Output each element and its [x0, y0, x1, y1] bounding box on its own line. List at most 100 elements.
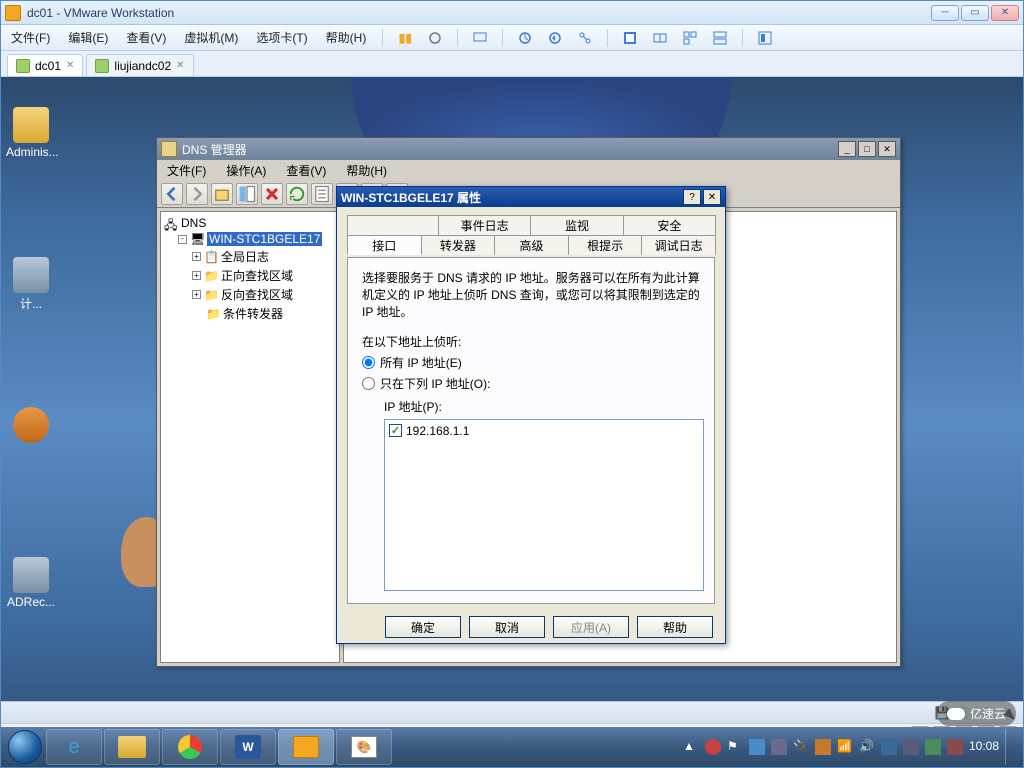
tree-node[interactable]: 📁 条件转发器 — [164, 304, 336, 323]
unity-icon[interactable] — [650, 28, 670, 48]
tab-roothints[interactable]: 根提示 — [568, 235, 643, 255]
close-button[interactable]: ✕ — [703, 189, 721, 205]
send-cad-icon[interactable] — [470, 28, 490, 48]
tab-monitor[interactable]: 监视 — [530, 215, 623, 235]
library-icon[interactable] — [755, 28, 775, 48]
tray-icon[interactable] — [881, 739, 897, 755]
close-button[interactable]: ✕ — [991, 5, 1019, 21]
dns-tree[interactable]: 🖧 DNS - 🖥 WIN-STC1BGELE17 + 📋 全局日志 — [160, 211, 340, 663]
pause-icon[interactable]: ▮▮ — [395, 28, 415, 48]
tray-icon[interactable] — [947, 739, 963, 755]
tray-icon[interactable] — [705, 739, 721, 755]
tray-icon[interactable] — [925, 739, 941, 755]
close-button[interactable]: ✕ — [878, 141, 896, 157]
snapshot-manager-icon[interactable] — [575, 28, 595, 48]
minimize-button[interactable]: _ — [838, 141, 856, 157]
minimize-button[interactable]: ─ — [931, 5, 959, 21]
radio-all-ip[interactable]: 所有 IP 地址(E) — [362, 354, 700, 371]
refresh-icon[interactable] — [286, 183, 308, 205]
menu-tabs[interactable]: 选项卡(T) — [252, 27, 311, 48]
tray-up-icon[interactable]: ▲ — [683, 739, 699, 755]
forward-icon[interactable] — [186, 183, 208, 205]
thumbnail-icon[interactable] — [710, 28, 730, 48]
taskbtn-ie[interactable]: e — [46, 729, 102, 765]
show-desktop-button[interactable] — [1005, 729, 1013, 765]
tree-node[interactable]: + 📁 正向查找区域 — [164, 266, 336, 285]
ok-button[interactable]: 确定 — [385, 616, 461, 638]
tray-icon[interactable] — [815, 739, 831, 755]
desktop-icon[interactable] — [6, 407, 56, 445]
taskbtn-word[interactable]: W — [220, 729, 276, 765]
tree-server[interactable]: - 🖥 WIN-STC1BGELE17 — [164, 231, 336, 247]
tray-icon[interactable] — [771, 739, 787, 755]
ip-list-item[interactable]: ✓ 192.168.1.1 — [389, 424, 699, 438]
menu-view[interactable]: 查看(V) — [282, 161, 330, 180]
volume-icon[interactable]: 🔊 — [859, 739, 875, 755]
show-hide-icon[interactable] — [236, 183, 258, 205]
tab-interfaces[interactable]: 接口 — [347, 235, 422, 255]
maximize-button[interactable]: ▭ — [961, 5, 989, 21]
taskbtn-vmware[interactable] — [278, 729, 334, 765]
desktop-icon[interactable]: 计... — [6, 257, 56, 312]
vmware-titlebar[interactable]: dc01 - VMware Workstation ─ ▭ ✕ — [1, 1, 1023, 25]
tree-root[interactable]: 🖧 DNS — [164, 215, 336, 231]
desktop-icon[interactable]: ADRec... — [6, 557, 56, 609]
properties-icon[interactable] — [311, 183, 333, 205]
cancel-button[interactable]: 取消 — [469, 616, 545, 638]
console-view-icon[interactable] — [680, 28, 700, 48]
apply-button[interactable]: 应用(A) — [553, 616, 629, 638]
host-start-button[interactable] — [5, 727, 45, 767]
menu-edit[interactable]: 编辑(E) — [64, 27, 112, 48]
vmware-guest-area[interactable]: Adminis... 计... ADRec... DNS 管理器 _ □ — [1, 77, 1023, 767]
tab-advanced[interactable]: 高级 — [494, 235, 569, 255]
menu-help[interactable]: 帮助(H) — [322, 27, 371, 48]
radio-only-ip[interactable]: 只在下列 IP 地址(O): — [362, 375, 700, 392]
checkbox-checked-icon[interactable]: ✓ — [389, 424, 402, 437]
taskbtn-paint[interactable]: 🎨 — [336, 729, 392, 765]
tab-close-icon[interactable]: ✕ — [66, 60, 74, 71]
help-button[interactable]: ? — [683, 189, 701, 205]
tray-icon[interactable] — [903, 739, 919, 755]
ip-address-list[interactable]: ✓ 192.168.1.1 — [384, 419, 704, 591]
tree-node[interactable]: + 📁 反向查找区域 — [164, 285, 336, 304]
network-icon[interactable]: 📶 — [837, 739, 853, 755]
tab-liujiandc02[interactable]: liujiandc02 ✕ — [86, 54, 193, 76]
menu-help[interactable]: 帮助(H) — [342, 161, 391, 180]
properties-titlebar[interactable]: WIN-STC1BGELE17 属性 ? ✕ — [337, 187, 725, 207]
host-clock[interactable]: 10:08 — [969, 740, 999, 753]
collapse-icon[interactable]: - — [178, 235, 187, 244]
radio-input[interactable] — [362, 356, 375, 369]
taskbtn-explorer[interactable] — [104, 729, 160, 765]
dns-titlebar[interactable]: DNS 管理器 _ □ ✕ — [157, 138, 900, 160]
menu-file[interactable]: 文件(F) — [7, 27, 54, 48]
fullscreen-icon[interactable] — [620, 28, 640, 48]
guest-desktop[interactable]: Adminis... 计... ADRec... DNS 管理器 _ □ — [1, 77, 1023, 767]
delete-icon[interactable] — [261, 183, 283, 205]
back-icon[interactable] — [161, 183, 183, 205]
menu-vm[interactable]: 虚拟机(M) — [180, 27, 242, 48]
tree-node[interactable]: + 📋 全局日志 — [164, 247, 336, 266]
power-icon[interactable]: 🔌 — [793, 739, 809, 755]
tab-debuglog[interactable]: 调试日志 — [641, 235, 716, 255]
tab-dc01[interactable]: dc01 ✕ — [7, 54, 83, 76]
action-center-icon[interactable]: ⚑ — [727, 739, 743, 755]
maximize-button[interactable]: □ — [858, 141, 876, 157]
tab-security[interactable]: 安全 — [623, 215, 716, 235]
tab-close-icon[interactable]: ✕ — [176, 60, 184, 71]
tray-icon[interactable] — [749, 739, 765, 755]
menu-view[interactable]: 查看(V) — [122, 27, 170, 48]
taskbtn-chrome[interactable] — [162, 729, 218, 765]
up-icon[interactable] — [211, 183, 233, 205]
tab-forwarders[interactable]: 转发器 — [421, 235, 496, 255]
tab-eventlog[interactable]: 事件日志 — [438, 215, 531, 235]
menu-action[interactable]: 操作(A) — [222, 161, 270, 180]
menu-file[interactable]: 文件(F) — [163, 161, 210, 180]
snapshot-revert-icon[interactable] — [545, 28, 565, 48]
expand-icon[interactable]: + — [192, 290, 201, 299]
help-button[interactable]: 帮助 — [637, 616, 713, 638]
power-icon[interactable] — [425, 28, 445, 48]
radio-input[interactable] — [362, 377, 375, 390]
snapshot-icon[interactable] — [515, 28, 535, 48]
expand-icon[interactable]: + — [192, 271, 201, 280]
expand-icon[interactable]: + — [192, 252, 201, 261]
